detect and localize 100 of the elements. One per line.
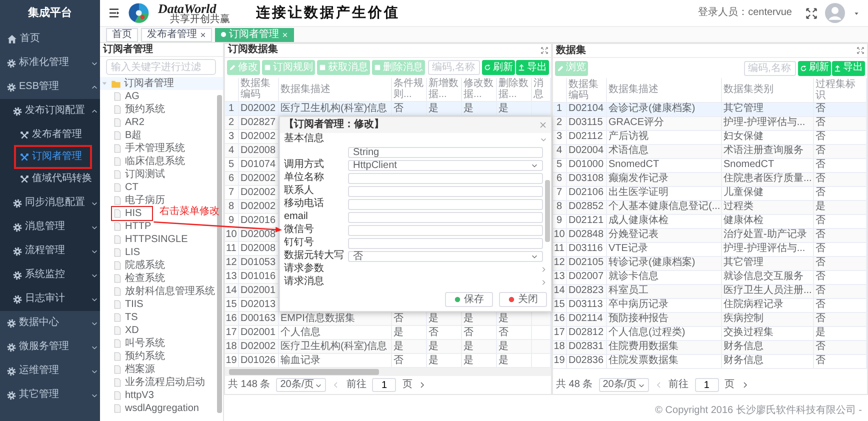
search-field[interactable]: 编码,名称 bbox=[744, 60, 796, 76]
table-row[interactable]: 18 D02002 医疗卫生机构(科室)信息 是 是 是 是 bbox=[225, 340, 550, 354]
table-row[interactable]: 17 D02812 个人信息(过程类) 交换过程集 是 bbox=[553, 326, 866, 340]
tree-item[interactable]: TS bbox=[112, 311, 148, 324]
table-row[interactable]: 4 D02004 术语信息 术语注册查询服务 否 bbox=[553, 144, 866, 158]
sidebar-item[interactable]: 订阅者管理 bbox=[16, 147, 90, 167]
tree-item[interactable]: LIS bbox=[112, 246, 150, 259]
fullscreen-icon[interactable] bbox=[857, 47, 864, 54]
tree-item[interactable]: 电子病历 bbox=[112, 194, 175, 207]
table-row[interactable]: 9 D02121 成人健康体检 健康体检 否 bbox=[553, 214, 866, 228]
page-size-select[interactable]: 20条/页 bbox=[276, 378, 326, 392]
tree-item[interactable]: HTTP bbox=[112, 220, 162, 233]
tree-item[interactable]: XD bbox=[112, 324, 149, 337]
sidebar-item[interactable]: 系统监控 bbox=[0, 263, 100, 287]
text-field[interactable] bbox=[348, 186, 543, 196]
page-field[interactable]: 1 bbox=[372, 378, 396, 392]
tree-item[interactable]: wsdlAggregation bbox=[112, 402, 209, 415]
table-row[interactable]: 15 D03113 卒中病历记录 住院病程记录 否 bbox=[553, 298, 866, 312]
text-field[interactable] bbox=[348, 172, 543, 184]
sidebar-item[interactable]: 标准化管理 bbox=[0, 51, 100, 75]
tree-item[interactable]: 院感系统 bbox=[112, 259, 175, 272]
table-row[interactable]: 5 D01000 SnomedCT SnomedCT 否 bbox=[553, 158, 866, 172]
dialog-button[interactable]: 保存 bbox=[445, 292, 493, 307]
sidebar-item[interactable]: 发布者管理 bbox=[16, 125, 90, 145]
tree-item[interactable]: 放射科信息管理系统 bbox=[112, 285, 223, 298]
prev-icon[interactable] bbox=[654, 381, 663, 389]
tree-item[interactable]: 订阅测试 bbox=[112, 168, 175, 181]
table-row[interactable]: 11 D03116 VTE记录 护理-护理评估与... 否 bbox=[553, 242, 866, 256]
sidebar-item[interactable]: 同步消息配置 bbox=[0, 191, 100, 215]
text-field[interactable]: String bbox=[348, 146, 543, 158]
sidebar-item[interactable]: 日志审计 bbox=[0, 287, 100, 311]
section-header[interactable]: 请求消息 bbox=[280, 276, 551, 288]
next-icon[interactable] bbox=[418, 381, 426, 389]
table-row[interactable]: 3 D02112 产后访视 妇女保健 否 bbox=[553, 130, 866, 144]
page-field[interactable]: 1 bbox=[694, 378, 719, 392]
tree-item[interactable]: 临床信息系统 bbox=[112, 155, 195, 168]
tree-item[interactable]: 叫号系统 bbox=[112, 337, 175, 350]
select-field[interactable]: 否 bbox=[348, 250, 543, 262]
next-icon[interactable] bbox=[740, 381, 749, 389]
tree-item[interactable]: CT bbox=[112, 181, 148, 194]
sidebar-item[interactable]: ESB管理 bbox=[0, 75, 100, 99]
tree-item[interactable]: 预约系统 bbox=[112, 103, 175, 116]
table-row[interactable]: 12 D02105 转诊记录(健康档案) 其它管理 否 bbox=[553, 256, 866, 270]
sidebar-item[interactable]: 数据中心 bbox=[0, 311, 100, 335]
scrollbar[interactable] bbox=[217, 95, 222, 413]
sidebar-item[interactable]: 其它管理 bbox=[0, 383, 100, 407]
table-row[interactable]: 7 D02106 出生医学证明 儿童保健 否 bbox=[553, 186, 866, 200]
tab[interactable]: 发布者管理 bbox=[141, 28, 212, 42]
table-row[interactable]: 2 D03115 GRACE评分 护理-护理评估与... 否 bbox=[553, 116, 866, 130]
tree-item[interactable]: 检查系统 bbox=[112, 272, 175, 285]
sidebar-item[interactable]: 消息管理 bbox=[0, 215, 100, 239]
section-header[interactable]: 基本信息 bbox=[280, 132, 551, 146]
tree-item[interactable]: B超 bbox=[112, 129, 152, 142]
table-row[interactable]: 16 D02114 预防接种报告 疾病控制 否 bbox=[553, 312, 866, 326]
table-row[interactable]: 10 D02848 分娩登记表 治疗处置-助产记录 否 bbox=[553, 228, 866, 242]
tree-item[interactable]: TIIS bbox=[112, 298, 154, 311]
tree-item[interactable]: httpV3 bbox=[112, 389, 164, 402]
tree-item[interactable]: HIS bbox=[112, 207, 152, 220]
table-row[interactable]: 16 D00163 EMPI信息数据集 否 是 是 是 bbox=[225, 312, 550, 326]
text-field[interactable] bbox=[348, 198, 543, 210]
table-row[interactable]: 13 D02007 就诊卡信息 就诊信息交互服务 否 bbox=[553, 270, 866, 284]
caret-icon[interactable] bbox=[853, 10, 860, 16]
sidebar-item[interactable]: 发布订阅配置 bbox=[0, 99, 100, 123]
table-row[interactable]: 18 D02831 住院费用数据集 财务信息 否 bbox=[553, 340, 866, 354]
tree-item[interactable]: 手术管理系统 bbox=[112, 142, 195, 155]
select-field[interactable]: HttpClient bbox=[348, 160, 543, 170]
scrollbar[interactable] bbox=[545, 180, 550, 242]
sidebar-item[interactable]: 首页 bbox=[0, 27, 100, 51]
tree-item[interactable]: HTTPSINGLE bbox=[112, 233, 198, 246]
dialog-button[interactable]: 关闭 bbox=[499, 292, 547, 307]
table-row[interactable]: 6 D03108 癫痫发作记录 住院患者医疗质量... 否 bbox=[553, 172, 866, 186]
sidebar-item[interactable]: 值域代码转换 bbox=[16, 169, 100, 189]
tree-item[interactable]: AR2 bbox=[112, 116, 154, 129]
tree-item[interactable]: 档案源 bbox=[112, 363, 165, 376]
section-header[interactable]: 请求参数 bbox=[280, 262, 551, 276]
tree-item[interactable]: AG bbox=[112, 90, 150, 103]
fullscreen-icon[interactable] bbox=[806, 8, 817, 18]
scrollbar[interactable] bbox=[225, 368, 551, 376]
prev-icon[interactable] bbox=[332, 381, 340, 389]
text-field[interactable] bbox=[348, 212, 543, 222]
table-row[interactable]: 19 D02836 住院发票数据集 财务信息 否 bbox=[553, 354, 866, 368]
text-field[interactable] bbox=[348, 238, 543, 248]
text-field[interactable] bbox=[348, 224, 543, 236]
menu-icon[interactable] bbox=[108, 7, 120, 19]
tab[interactable]: 首页 bbox=[106, 28, 138, 42]
sidebar-item[interactable]: 微服务管理 bbox=[0, 335, 100, 359]
tree-item[interactable]: 业务流程启动启动 bbox=[112, 376, 215, 389]
search-field[interactable]: 编码,名称 bbox=[428, 60, 480, 76]
table-row[interactable]: 14 D02823 科室员工 医疗卫生人员注册... 否 bbox=[553, 284, 866, 298]
sidebar-item[interactable]: 流程管理 bbox=[0, 239, 100, 263]
search-field[interactable]: 输入关键字进行过滤 bbox=[106, 59, 216, 75]
tree-item[interactable]: 预约系统 bbox=[112, 350, 175, 363]
table-row[interactable]: 8 D02852 个人基本健康信息登记(... 过程类 是 bbox=[553, 200, 866, 214]
avatar-icon[interactable] bbox=[825, 3, 845, 23]
page-size-select[interactable]: 20条/页 bbox=[598, 378, 649, 392]
close-icon[interactable] bbox=[200, 32, 206, 38]
fullscreen-icon[interactable] bbox=[541, 46, 548, 54]
sidebar-item[interactable]: 运维管理 bbox=[0, 359, 100, 383]
table-row[interactable]: 1 D02104 会诊记录(健康档案) 其它管理 否 bbox=[553, 102, 866, 116]
table-row[interactable]: 1 D02002 医疗卫生机构(科室)信息 否 是 是 是 bbox=[225, 102, 550, 116]
